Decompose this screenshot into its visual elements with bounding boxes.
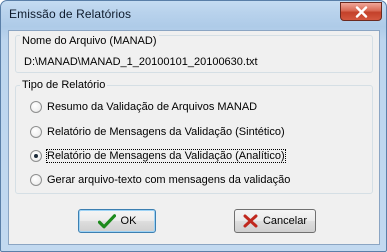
ok-button-label: OK: [120, 215, 137, 227]
radio-button-sintetico[interactable]: [30, 126, 42, 138]
radio-label-resumo[interactable]: Resumo da Validação de Arquivos MANAD: [47, 101, 257, 113]
close-icon: [355, 6, 368, 18]
ok-button[interactable]: OK: [78, 209, 156, 233]
cancel-button-label: Cancelar: [262, 215, 308, 227]
radio-option-resumo[interactable]: Resumo da Validação de Arquivos MANAD: [30, 100, 257, 114]
radio-option-arquivo-texto[interactable]: Gerar arquivo-texto com mensagens da val…: [30, 173, 290, 187]
cancel-button[interactable]: Cancelar: [234, 209, 316, 233]
file-name-group: Nome do Arquivo (MANAD) D:\MANAD\MANAD_1…: [15, 35, 373, 73]
file-name-group-legend: Nome do Arquivo (MANAD): [20, 35, 159, 47]
radio-button-arquivo-texto[interactable]: [30, 174, 42, 186]
report-type-group: Tipo de Relatório Resumo da Validação de…: [15, 79, 373, 194]
close-button[interactable]: [340, 2, 382, 21]
file-path-text: D:\MANAD\MANAD_1_20100101_20100630.txt: [24, 56, 258, 68]
radio-label-analitico[interactable]: Relatório de Mensagens da Validação (Ana…: [46, 149, 286, 163]
radio-label-sintetico[interactable]: Relatório de Mensagens da Validação (Sin…: [47, 126, 285, 138]
dialog-body: Nome do Arquivo (MANAD) D:\MANAD\MANAD_1…: [8, 30, 380, 245]
checkmark-icon: [97, 213, 116, 229]
radio-label-arquivo-texto[interactable]: Gerar arquivo-texto com mensagens da val…: [47, 174, 290, 186]
window-title: Emissão de Relatórios: [9, 7, 132, 21]
radio-button-resumo[interactable]: [30, 101, 42, 113]
radio-button-analitico[interactable]: [30, 150, 42, 162]
report-type-group-legend: Tipo de Relatório: [20, 79, 108, 91]
radio-option-sintetico[interactable]: Relatório de Mensagens da Validação (Sin…: [30, 125, 285, 139]
radio-option-analitico[interactable]: Relatório de Mensagens da Validação (Ana…: [30, 149, 286, 163]
report-dialog-window: Emissão de Relatórios Nome do Arquivo (M…: [0, 0, 387, 252]
x-cancel-icon: [243, 214, 258, 228]
